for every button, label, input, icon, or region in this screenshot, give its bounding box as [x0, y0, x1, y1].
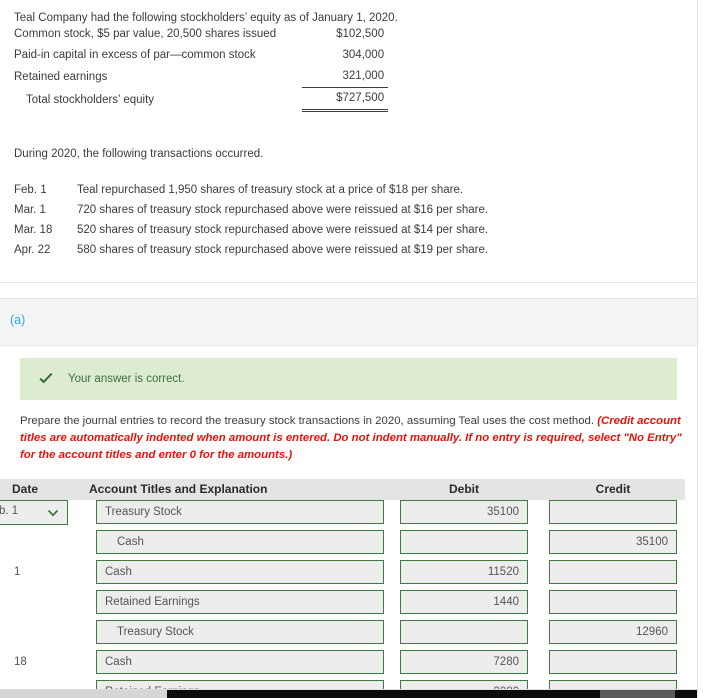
transaction-row: Mar. 1 720 shares of treasury stock repur… — [14, 200, 488, 220]
credit-amount-input[interactable] — [549, 650, 677, 674]
section-band: (a) — [0, 298, 697, 346]
credit-amount-input[interactable] — [549, 500, 677, 524]
journal-row: Retained Earnings 1440 — [0, 590, 697, 620]
transaction-row: Feb. 1 Teal repurchased 1,950 shares of t… — [14, 180, 488, 200]
journal-rows: b. 1 Treasury Stock 35100 Cash 35100 1 Cash 115… — [0, 500, 697, 698]
page-root: Teal Company had the following stockhold… — [0, 0, 711, 698]
debit-amount-input[interactable] — [400, 530, 528, 554]
credit-amount-input[interactable]: 35100 — [549, 530, 677, 554]
equity-row: Retained earnings 321,000 — [14, 66, 389, 88]
journal-date-label — [0, 530, 84, 554]
transaction-date: Mar. 18 — [14, 224, 53, 236]
journal-date-label: 18 — [14, 656, 27, 668]
account-title-input[interactable]: Treasury Stock — [96, 620, 384, 644]
page-right-margin — [698, 0, 711, 698]
debit-amount-input[interactable] — [400, 620, 528, 644]
journal-row: 18 Cash 7280 — [0, 650, 697, 680]
equity-label: Common stock, $5 par value, 20,500 share… — [14, 28, 277, 40]
equity-amount: 304,000 — [342, 49, 385, 61]
journal-row: 1 Cash 11520 — [0, 560, 697, 590]
journal-row: Treasury Stock 12960 — [0, 620, 697, 650]
taskbar-segment — [600, 690, 675, 698]
equity-row: Common stock, $5 par value, 20,500 share… — [14, 24, 388, 45]
column-header-credit: Credit — [595, 482, 631, 496]
answer-correct-text: Your answer is correct. — [68, 373, 185, 385]
journal-date-label: 1 — [14, 566, 21, 578]
transaction-text: 580 shares of treasury stock repurchased… — [77, 244, 489, 256]
transaction-date: Mar. 1 — [14, 204, 46, 216]
transaction-date: Apr. 22 — [14, 244, 51, 256]
date-select-value: b. 1 — [0, 505, 19, 517]
credit-amount-input[interactable] — [549, 560, 677, 584]
debit-amount-input[interactable]: 1440 — [400, 590, 528, 614]
credit-amount-input[interactable]: 12960 — [549, 620, 677, 644]
account-title-input[interactable]: Cash — [96, 560, 384, 584]
debit-amount-input[interactable]: 35100 — [400, 500, 528, 524]
date-select[interactable]: b. 1 — [0, 500, 68, 525]
account-title-input[interactable]: Treasury Stock — [96, 500, 384, 524]
intro-text: Teal Company had the following stockhold… — [14, 12, 398, 24]
account-title-input[interactable]: Retained Earnings — [96, 590, 384, 614]
equity-amount: 321,000 — [302, 66, 389, 88]
equity-row: Paid-in capital in excess of par—common … — [14, 45, 388, 66]
equity-amount: $102,500 — [336, 28, 385, 40]
debit-amount-input[interactable]: 7280 — [400, 650, 528, 674]
problem-statement: Teal Company had the following stockhold… — [0, 0, 697, 26]
column-header-debit: Debit — [449, 482, 479, 496]
transaction-text: 520 shares of treasury stock repurchased… — [77, 224, 489, 236]
transaction-row: Apr. 22 580 shares of treasury stock repu… — [14, 240, 488, 260]
equity-label: Retained earnings — [14, 70, 108, 83]
journal-row: b. 1 Treasury Stock 35100 — [0, 500, 697, 530]
transactions-table: Feb. 1 Teal repurchased 1,950 shares of t… — [14, 180, 488, 260]
journal-date-label — [0, 590, 84, 614]
stockholders-equity-table: Common stock, $5 par value, 20,500 share… — [14, 24, 389, 112]
section-divider — [0, 282, 697, 283]
journal-date-label — [0, 620, 84, 644]
transaction-text: 720 shares of treasury stock repurchased… — [77, 204, 489, 216]
horizontal-scrollbar-thumb[interactable] — [0, 690, 167, 698]
transaction-text: Teal repurchased 1,950 shares of treasur… — [77, 184, 464, 196]
account-title-input[interactable]: Cash — [96, 650, 384, 674]
section-letter: (a) — [10, 313, 26, 327]
equity-row: Total stockholders’ equity $727,500 — [14, 87, 389, 112]
account-title-input[interactable]: Cash — [96, 530, 384, 554]
instructions-black: Prepare the journal entries to record th… — [20, 415, 598, 427]
instructions-paragraph: Prepare the journal entries to record th… — [20, 413, 682, 464]
journal-row: Cash 35100 — [0, 530, 697, 560]
column-header-account: Account Titles and Explanation — [89, 482, 268, 496]
transaction-row: Mar. 18 520 shares of treasury stock repu… — [14, 220, 488, 240]
checkmark-icon — [38, 371, 54, 387]
answer-correct-banner: Your answer is correct. — [20, 358, 677, 400]
transaction-date: Feb. 1 — [14, 184, 47, 196]
equity-label: Total stockholders’ equity — [26, 93, 155, 106]
equity-label: Paid-in capital in excess of par—common … — [14, 49, 256, 61]
column-header-date: Date — [12, 482, 39, 496]
journal-table-header: Date Account Titles and Explanation Debi… — [0, 479, 685, 500]
chevron-down-icon — [47, 507, 59, 519]
debit-amount-input[interactable]: 11520 — [400, 560, 528, 584]
during-text: During 2020, the following transactions … — [14, 148, 264, 160]
credit-amount-input[interactable] — [549, 590, 677, 614]
equity-amount: $727,500 — [302, 87, 389, 112]
